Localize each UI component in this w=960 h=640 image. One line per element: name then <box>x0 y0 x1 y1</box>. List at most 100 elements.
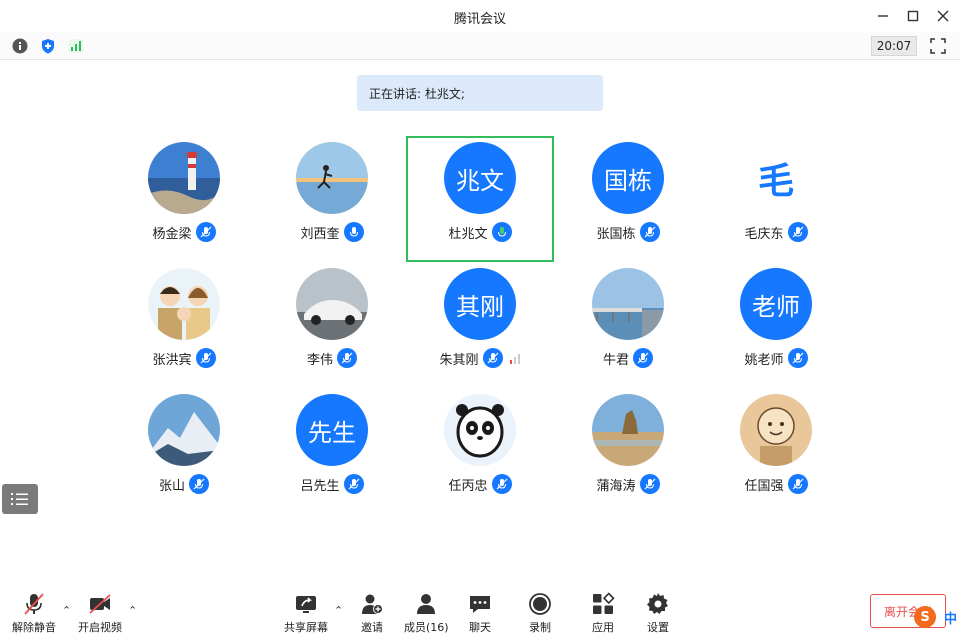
fullscreen-icon[interactable] <box>929 37 947 55</box>
record-button[interactable]: 录制 <box>528 592 552 635</box>
participant-tile[interactable]: 老师 姚老师 <box>702 262 850 388</box>
avatar: 毛 <box>740 142 812 214</box>
minimize-icon <box>878 15 888 17</box>
mic-muted-icon <box>195 222 216 242</box>
avatar-photo-sketch-face <box>740 394 812 466</box>
window-title: 腾讯会议 <box>453 12 506 27</box>
mic-muted-icon <box>491 474 512 494</box>
chat-label: 聊天 <box>469 621 491 634</box>
participant-tile[interactable]: 李伟 <box>258 262 406 388</box>
participant-name: 张国栋 <box>596 226 636 242</box>
invite-user-icon <box>362 594 383 614</box>
weak-signal-icon <box>509 354 520 364</box>
avatar: 兆文 <box>444 142 516 214</box>
participant-name: 姚老师 <box>744 352 784 368</box>
participant-tile[interactable]: 牛君 <box>554 262 702 388</box>
avatar-photo-runner <box>296 142 368 214</box>
participant-tile[interactable]: 蒲海涛 <box>554 388 702 514</box>
minimize-button[interactable] <box>872 6 894 26</box>
start-video-button[interactable]: 开启视频 <box>78 592 122 635</box>
start-video-label: 开启视频 <box>78 621 122 634</box>
video-options-caret-icon[interactable]: ⌃ <box>128 604 137 617</box>
apps-label: 应用 <box>592 621 614 634</box>
participant-name: 蒲海涛 <box>596 478 636 494</box>
audio-options-caret-icon[interactable]: ⌃ <box>62 604 71 617</box>
mic-icon <box>343 222 364 242</box>
share-screen-button[interactable]: 共享屏幕 <box>284 592 328 635</box>
participant-name: 刘西奎 <box>300 226 340 242</box>
meeting-info-bar: 20:07 <box>0 32 960 60</box>
invite-label: 邀请 <box>361 621 383 634</box>
avatar-photo-pier <box>592 268 664 340</box>
mic-off-icon <box>24 593 44 615</box>
participant-tile[interactable]: 刘西奎 <box>258 136 406 262</box>
avatar-photo-cartoon-family <box>148 268 220 340</box>
avatar <box>296 142 368 214</box>
invite-button[interactable]: 邀请 <box>360 592 384 635</box>
participant-name: 张山 <box>158 478 185 494</box>
mic-muted-icon <box>787 222 808 242</box>
participant-tile-active-speaker[interactable]: 兆文 杜兆文 <box>406 136 554 262</box>
meeting-toolbar: 解除静音 ⌃ 开启视频 ⌃ 共享屏幕 ⌃ 邀请 成员(16) 聊天 录制 应用 … <box>0 586 960 640</box>
mic-muted-icon <box>189 474 209 494</box>
list-icon <box>11 493 28 505</box>
chat-button[interactable]: 聊天 <box>468 592 492 635</box>
close-icon <box>937 10 949 22</box>
mic-muted-icon <box>639 222 660 242</box>
participant-tile[interactable]: 张洪宾 <box>110 262 258 388</box>
mic-muted-icon <box>787 348 808 368</box>
settings-button[interactable]: 设置 <box>646 592 670 635</box>
participant-tile[interactable]: 任国强 <box>702 388 850 514</box>
record-label: 录制 <box>529 621 551 634</box>
participant-name: 杨金梁 <box>152 226 192 242</box>
avatar <box>148 142 220 214</box>
participant-name: 张洪宾 <box>152 352 192 368</box>
avatar-photo-beach-rocks <box>592 394 664 466</box>
participant-name: 朱其刚 <box>439 352 479 368</box>
unmute-button[interactable]: 解除静音 <box>12 592 56 635</box>
participant-name: 毛庆东 <box>744 226 784 242</box>
participant-tile[interactable]: 张山 <box>110 388 258 514</box>
avatar-photo-mountain <box>148 394 220 466</box>
participant-name: 牛君 <box>602 352 629 368</box>
avatar <box>592 268 664 340</box>
participant-tile[interactable]: 毛 毛庆东 <box>702 136 850 262</box>
participant-list-toggle-button[interactable] <box>2 484 38 514</box>
participant-tile[interactable]: 其刚 朱其刚 <box>406 262 554 388</box>
participant-tile[interactable]: 国栋 张国栋 <box>554 136 702 262</box>
mic-muted-icon <box>633 348 653 368</box>
mic-speaking-icon <box>491 222 512 242</box>
participant-name: 李伟 <box>306 352 333 368</box>
security-shield-icon[interactable] <box>40 38 56 54</box>
mic-muted-icon <box>343 474 364 494</box>
avatar-photo-lighthouse <box>148 142 220 214</box>
avatar: 其刚 <box>444 268 516 340</box>
participant-grid: 杨金梁 刘西奎 兆文 杜兆文 国栋 张国栋 毛 毛庆东 张洪宾 李伟 其刚 朱其… <box>110 136 850 516</box>
ime-mode-indicator[interactable]: 中 <box>944 608 957 627</box>
participant-name: 任国强 <box>744 478 784 494</box>
participant-tile[interactable]: 任丙忠 <box>406 388 554 514</box>
network-signal-icon[interactable] <box>68 38 84 54</box>
maximize-button[interactable] <box>902 6 924 26</box>
speaking-indicator: 正在讲话: 杜兆文; <box>357 75 603 111</box>
avatar <box>444 394 516 466</box>
video-off-icon <box>89 594 111 614</box>
close-button[interactable] <box>932 6 954 26</box>
title-bar: 腾讯会议 <box>0 0 960 32</box>
members-icon <box>417 594 436 614</box>
mic-muted-icon <box>482 348 503 368</box>
info-icon[interactable] <box>12 38 28 54</box>
members-label: 成员(16) <box>404 621 449 634</box>
share-options-caret-icon[interactable]: ⌃ <box>334 604 343 617</box>
ime-logo-icon[interactable]: S <box>914 606 936 628</box>
apps-button[interactable]: 应用 <box>591 592 615 635</box>
record-icon <box>529 593 551 615</box>
mic-muted-icon <box>337 348 357 368</box>
gear-icon <box>647 593 668 614</box>
meeting-clock: 20:07 <box>871 36 917 56</box>
participant-name: 杜兆文 <box>448 226 488 242</box>
participant-tile[interactable]: 先生 吕先生 <box>258 388 406 514</box>
maximize-icon <box>907 10 919 22</box>
participant-tile[interactable]: 杨金梁 <box>110 136 258 262</box>
members-button[interactable]: 成员(16) <box>404 592 449 635</box>
